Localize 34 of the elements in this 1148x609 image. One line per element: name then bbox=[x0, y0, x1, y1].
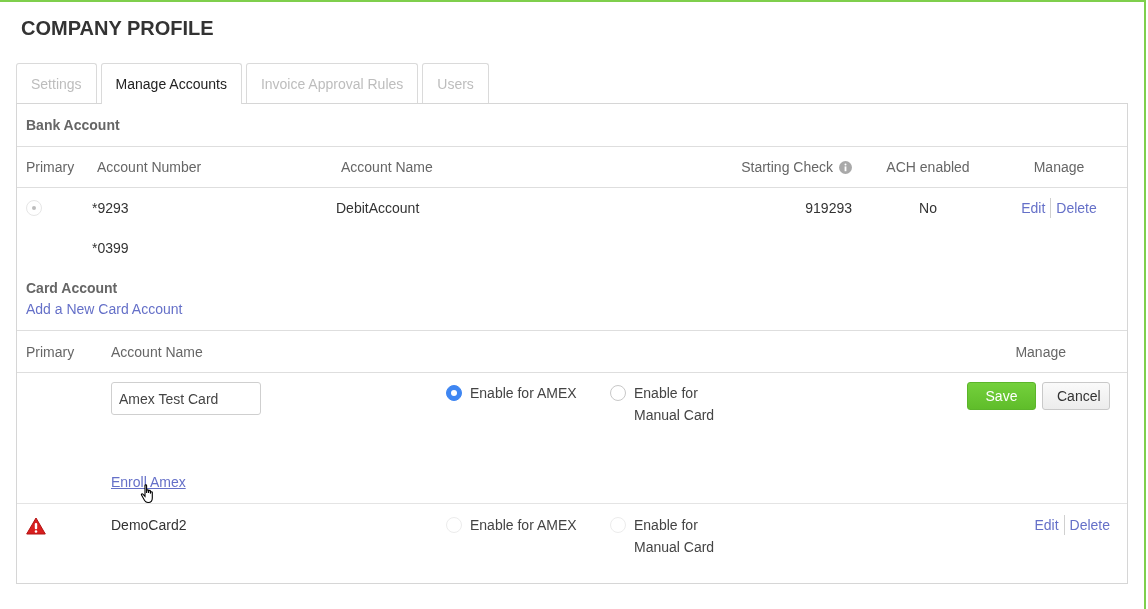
column-header: ACH enabled bbox=[886, 159, 970, 175]
info-icon[interactable] bbox=[839, 160, 852, 174]
starting-check: 919293 bbox=[805, 200, 852, 216]
section-title: Card Account bbox=[26, 279, 118, 298]
delete-link[interactable]: Delete bbox=[1069, 514, 1110, 536]
column-header: Account Name bbox=[111, 343, 203, 360]
account-name: DemoCard2 bbox=[111, 516, 187, 535]
section-title: Bank Account bbox=[17, 104, 1127, 147]
column-header: Primary bbox=[26, 343, 75, 360]
column-header: Account Name bbox=[341, 159, 433, 175]
radio-label: Enable for Manual Card bbox=[634, 516, 716, 557]
column-header: Manage bbox=[1015, 343, 1066, 360]
column-header: Account Number bbox=[97, 159, 202, 175]
radio-button[interactable] bbox=[446, 385, 462, 401]
add-card-link[interactable]: Add a New Card Account bbox=[26, 298, 183, 320]
page-title: COMPANY PROFILE bbox=[21, 16, 214, 40]
edit-link[interactable]: Edit bbox=[1034, 514, 1059, 536]
radio-button[interactable] bbox=[610, 385, 626, 401]
column-header: Starting Check bbox=[741, 159, 833, 175]
enroll-link[interactable]: Enroll Amex bbox=[111, 474, 186, 490]
account-name-input[interactable]: Amex Test Card bbox=[111, 382, 261, 415]
account-number: *0399 bbox=[92, 240, 129, 256]
radio-label: Enable for AMEX bbox=[470, 516, 577, 535]
radio-label: Enable for AMEX bbox=[470, 384, 577, 403]
ach-enabled-value: No bbox=[919, 200, 937, 216]
account-number: *9293 bbox=[92, 200, 129, 216]
account-name: DebitAccount bbox=[336, 200, 420, 216]
radio-label: Enable for Manual Card bbox=[634, 384, 716, 425]
delete-link[interactable]: Delete bbox=[1056, 200, 1097, 216]
edit-link[interactable]: Edit bbox=[1021, 200, 1046, 216]
column-header: Manage bbox=[1033, 159, 1085, 175]
cancel-button[interactable]: Cancel bbox=[1042, 382, 1110, 410]
tab[interactable]: Manage Accounts bbox=[100, 63, 242, 104]
column-header: Primary bbox=[26, 159, 75, 175]
